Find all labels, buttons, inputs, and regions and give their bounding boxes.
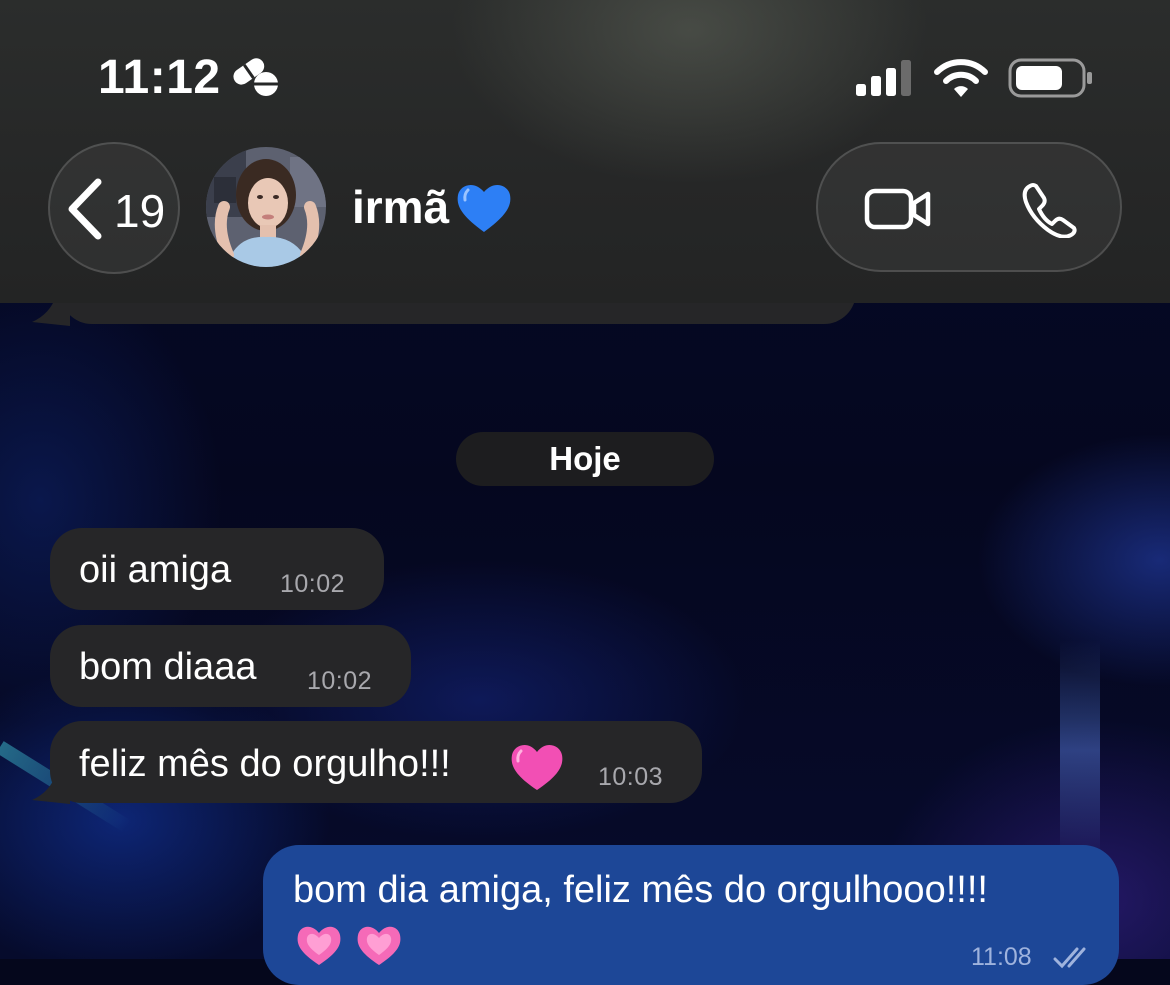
incoming-message-bubble[interactable]: oii amiga 10:02 [50,528,384,610]
outgoing-message-bubble[interactable]: bom dia amiga, feliz mês do orgulhooo!!!… [263,845,1119,985]
chat-header: 11:12 19 irmã [0,0,1170,303]
message-text: bom dia amiga, feliz mês do orgulhooo!!!… [293,869,988,911]
double-check-icon [1053,947,1086,969]
message-time: 10:02 [307,667,373,695]
bubble-tail [32,774,70,804]
signal-icon [856,60,911,96]
contact-name[interactable]: irmã [352,180,449,234]
battery-icon [1008,58,1092,98]
video-call-icon[interactable] [864,186,932,232]
call-buttons-group [816,142,1122,272]
sparkling-hearts-icon [297,926,401,965]
phone-call-icon[interactable] [1022,182,1078,238]
message-text: bom diaaa [79,646,257,688]
back-button[interactable]: 19 [48,142,180,274]
message-time: 10:02 [280,570,346,598]
wifi-icon [934,59,988,97]
status-time: 11:12 [98,51,221,104]
message-text: feliz mês do orgulho!!! [79,743,451,785]
incoming-message-bubble[interactable]: feliz mês do orgulho!!! 10:03 [50,721,702,803]
contact-avatar[interactable] [206,147,326,267]
message-time: 10:03 [598,763,664,791]
incoming-message-bubble[interactable]: bom diaaa 10:02 [50,625,411,707]
pink-heart-icon [511,744,563,790]
avatar-photo [206,147,326,267]
message-time: 11:08 [971,943,1032,971]
message-text: oii amiga [79,549,232,591]
wallpaper-light-glow [1060,640,1100,860]
blue-heart-icon [457,184,511,232]
focus-mode-icon [233,58,278,96]
chevron-left-icon [68,178,102,240]
date-separator: Hoje [456,432,714,486]
unread-count: 19 [114,185,166,237]
